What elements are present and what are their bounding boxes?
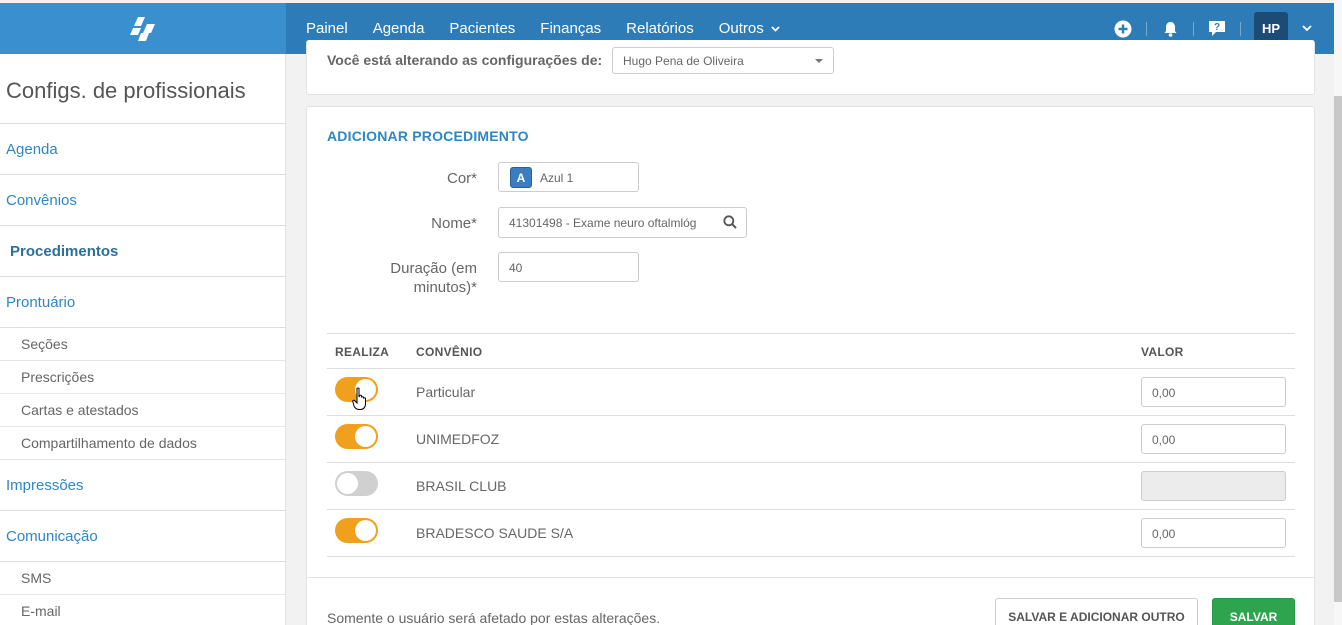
name-label: Nome* bbox=[431, 215, 477, 232]
table-row: UNIMEDFOZ 0,00 bbox=[327, 416, 1295, 463]
toggle-knob bbox=[355, 426, 376, 447]
table-row: Particular 0,00 bbox=[327, 369, 1295, 416]
sidebar-subitem-compartilhamento[interactable]: Compartilhamento de dados bbox=[0, 427, 285, 460]
sidebar-item-comunicacao[interactable]: Comunicação bbox=[0, 511, 285, 562]
sidebar-subitem-email[interactable]: E-mail bbox=[0, 595, 285, 625]
duration-input[interactable]: 40 bbox=[498, 252, 639, 282]
convenio-name: BRASIL CLUB bbox=[416, 478, 507, 494]
realiza-toggle[interactable] bbox=[335, 424, 378, 449]
logo-icon bbox=[130, 16, 155, 41]
duration-label: Duração (em minutos)* bbox=[390, 259, 477, 297]
sidebar-subitem-sms[interactable]: SMS bbox=[0, 562, 285, 595]
color-select[interactable]: A Azul 1 bbox=[498, 162, 639, 192]
header-valor: VALOR bbox=[1141, 345, 1184, 359]
nav-agenda[interactable]: Agenda bbox=[373, 20, 425, 37]
sidebar-item-convenios[interactable]: Convênios bbox=[0, 175, 285, 226]
sidebar: Configs. de profissionais Agenda Convêni… bbox=[0, 54, 286, 625]
toggle-knob bbox=[337, 473, 358, 494]
nav-outros[interactable]: Outros bbox=[719, 20, 780, 37]
divider bbox=[1146, 21, 1147, 36]
table-row: BRADESCO SAUDE S/A 0,00 bbox=[327, 510, 1295, 557]
convenio-name: BRADESCO SAUDE S/A bbox=[416, 525, 574, 541]
sidebar-item-procedimentos[interactable]: Procedimentos bbox=[0, 226, 285, 277]
scrollbar[interactable] bbox=[1334, 0, 1342, 625]
toggle-knob bbox=[355, 520, 376, 541]
help-icon[interactable]: ? bbox=[1207, 19, 1227, 39]
bell-icon[interactable] bbox=[1160, 19, 1180, 39]
sidebar-title: Configs. de profissionais bbox=[0, 54, 285, 124]
svg-text:?: ? bbox=[1214, 22, 1220, 33]
scrollbar-thumb[interactable] bbox=[1334, 96, 1342, 602]
nav-label: Relatórios bbox=[626, 20, 694, 37]
nav-pacientes[interactable]: Pacientes bbox=[449, 20, 515, 37]
nav-financas[interactable]: Finanças bbox=[540, 20, 601, 37]
divider bbox=[1193, 21, 1194, 36]
table-row: BRASIL CLUB bbox=[327, 463, 1295, 510]
sidebar-item-impressoes[interactable]: Impressões bbox=[0, 460, 285, 511]
chevron-down-icon[interactable] bbox=[1302, 25, 1312, 32]
professional-selector-label: Você está alterando as configurações de: bbox=[327, 52, 603, 68]
insurance-table: REALIZA CONVÊNIO VALOR Particular 0,00 U… bbox=[327, 333, 1295, 557]
header-convenio: CONVÊNIO bbox=[416, 345, 483, 359]
color-label: Cor* bbox=[446, 170, 477, 187]
valor-input[interactable]: 0,00 bbox=[1141, 424, 1286, 454]
duration-value: 40 bbox=[509, 261, 523, 275]
professional-select[interactable]: Hugo Pena de Oliveira bbox=[612, 47, 834, 74]
valor-input[interactable]: 0,00 bbox=[1141, 518, 1286, 548]
save-and-add-button[interactable]: SALVAR E ADICIONAR OUTRO bbox=[995, 598, 1198, 625]
nav-label: Outros bbox=[718, 20, 764, 37]
main-nav: Painel Agenda Pacientes Finanças Relatór… bbox=[306, 20, 805, 37]
convenio-name: UNIMEDFOZ bbox=[416, 431, 500, 447]
sidebar-subitem-prescricoes[interactable]: Prescrições bbox=[0, 361, 285, 394]
nav-label: Pacientes bbox=[449, 20, 516, 37]
sidebar-subitem-cartas[interactable]: Cartas e atestados bbox=[0, 394, 285, 427]
nav-painel[interactable]: Painel bbox=[306, 20, 348, 37]
realiza-toggle[interactable] bbox=[335, 471, 378, 496]
avatar-initials: HP bbox=[1261, 21, 1281, 36]
table-header: REALIZA CONVÊNIO VALOR bbox=[327, 333, 1295, 369]
nav-label: Finanças bbox=[540, 20, 602, 37]
section-title: ADICIONAR PROCEDIMENTO bbox=[327, 128, 529, 144]
professional-select-value: Hugo Pena de Oliveira bbox=[623, 54, 744, 68]
add-circle-icon[interactable] bbox=[1113, 19, 1133, 39]
add-procedure-card: ADICIONAR PROCEDIMENTO Cor* A Azul 1 Nom… bbox=[306, 106, 1315, 625]
divider bbox=[307, 577, 1314, 578]
color-value: Azul 1 bbox=[540, 171, 574, 185]
save-button[interactable]: SALVAR bbox=[1212, 598, 1295, 625]
sidebar-item-agenda[interactable]: Agenda bbox=[0, 124, 285, 175]
professional-selector-card: Você está alterando as configurações de:… bbox=[306, 40, 1315, 95]
procedure-name-value: 41301498 - Exame neuro oftalmlóg bbox=[509, 216, 697, 230]
duration-label-line2: minutos)* bbox=[413, 279, 477, 296]
duration-label-line1: Duração (em bbox=[390, 260, 477, 277]
sidebar-subitem-secoes[interactable]: Seções bbox=[0, 328, 285, 361]
sidebar-item-prontuario[interactable]: Prontuário bbox=[0, 277, 285, 328]
header-realiza: REALIZA bbox=[335, 345, 390, 359]
color-swatch: A bbox=[510, 167, 532, 188]
nav-label: Painel bbox=[306, 20, 348, 37]
valor-input bbox=[1141, 471, 1286, 501]
valor-input[interactable]: 0,00 bbox=[1141, 377, 1286, 407]
divider bbox=[1240, 21, 1241, 36]
nav-label: Agenda bbox=[372, 20, 425, 37]
hand-pointer-icon bbox=[352, 387, 368, 416]
convenio-name: Particular bbox=[416, 384, 476, 400]
logo[interactable] bbox=[0, 3, 286, 54]
realiza-toggle[interactable] bbox=[335, 518, 378, 543]
nav-relatorios[interactable]: Relatórios bbox=[626, 20, 694, 37]
footer-note: Somente o usuário será afetado por estas… bbox=[327, 610, 661, 625]
search-icon[interactable] bbox=[723, 215, 737, 232]
procedure-name-input[interactable]: 41301498 - Exame neuro oftalmlóg bbox=[498, 207, 747, 238]
chevron-down-icon bbox=[771, 25, 780, 32]
caret-down-icon bbox=[815, 59, 823, 63]
